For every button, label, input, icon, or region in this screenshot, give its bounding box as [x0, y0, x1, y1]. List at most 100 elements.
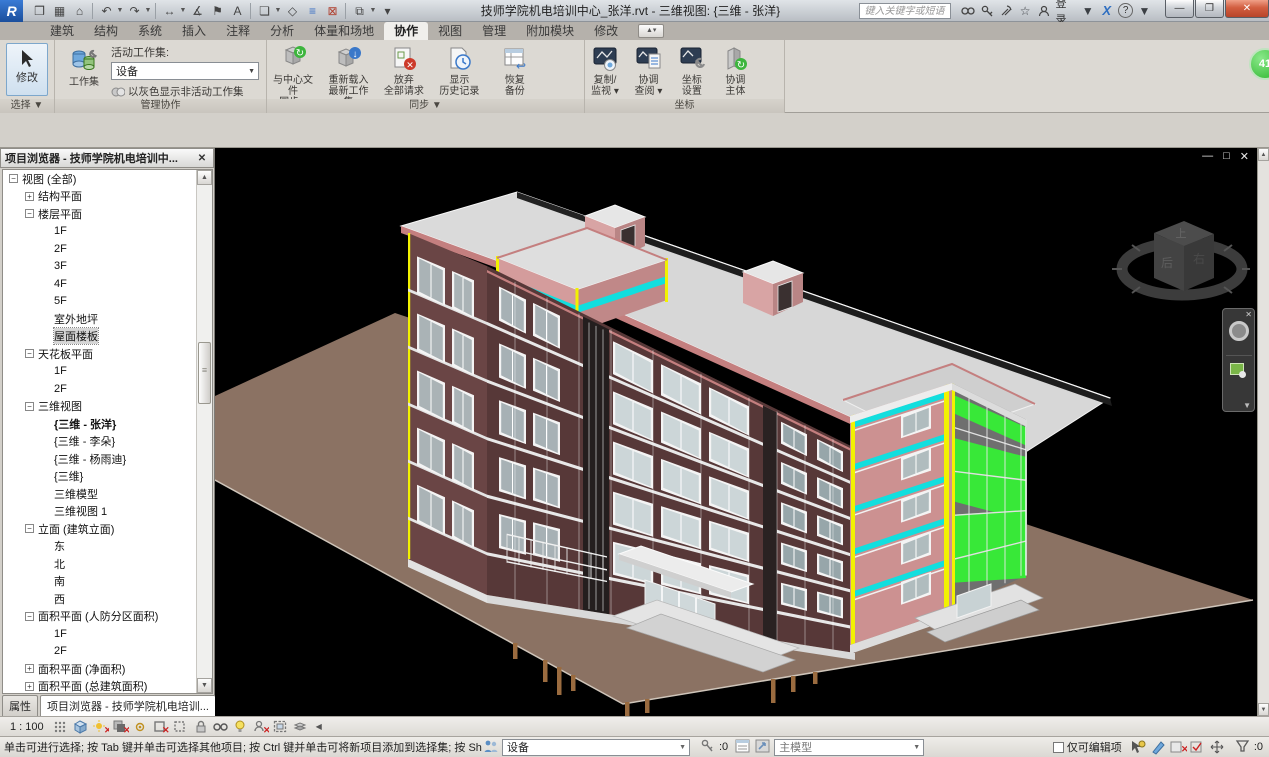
tree-item-室外地坪[interactable]: 室外地坪	[3, 310, 197, 328]
sun-settings-icon[interactable]	[132, 719, 150, 735]
close-icon[interactable]: ✕	[1245, 310, 1252, 319]
tree-item-label[interactable]: {三维 - 张洋}	[54, 416, 116, 432]
tree-item-label[interactable]: {三维 - 杨雨迪}	[54, 451, 126, 467]
tag-by-category-icon[interactable]: ⚑	[207, 2, 227, 20]
window-restore-button[interactable]: ❐	[1195, 0, 1224, 18]
show-crop-icon[interactable]	[172, 719, 190, 735]
navigation-bar[interactable]: ✕ ▼	[1222, 308, 1255, 412]
tree-item-西[interactable]: 西	[3, 590, 197, 608]
select-move-icon[interactable]	[1209, 739, 1227, 755]
tree-item-{三维 - 杨雨迪}[interactable]: {三维 - 杨雨迪}	[3, 450, 197, 468]
editable-toggle-icon[interactable]	[1189, 739, 1207, 755]
tree-item-label[interactable]: 南	[54, 573, 65, 589]
save-icon[interactable]: ▦	[49, 2, 69, 20]
tree-item-面积平面 (净面积)[interactable]: +面积平面 (净面积)	[3, 660, 197, 678]
ribbon-tab-插入[interactable]: 插入	[172, 22, 216, 40]
collapse-icon[interactable]: −	[25, 524, 34, 533]
drawing-area[interactable]: 上 后 右 ✕ ▼ — □ ✕	[215, 148, 1257, 716]
collapse-icon[interactable]: −	[25, 349, 34, 358]
panel-tab-properties[interactable]: 属性	[2, 695, 38, 716]
customize-quick-access-icon[interactable]: ▾	[377, 2, 397, 20]
switch-windows-dropdown[interactable]: ▼	[369, 7, 377, 14]
与中心文件同步-button[interactable]: ↻ 与中心文件同步 ▾	[268, 42, 318, 98]
default-3d-view-icon[interactable]: ❏	[254, 2, 274, 20]
design-option-dropdown[interactable]: 主模型 ▼	[774, 739, 924, 756]
tree-item-三维视图 1[interactable]: 三维视图 1	[3, 503, 197, 521]
tree-item-label[interactable]: 三维视图	[38, 398, 82, 414]
displacement-sets-icon[interactable]	[292, 719, 310, 735]
redo-dropdown[interactable]: ▼	[144, 7, 152, 14]
tree-item-label[interactable]: 结构平面	[38, 188, 82, 204]
tree-item-label[interactable]: 北	[54, 556, 65, 572]
close-hidden-windows-icon[interactable]: ⊠	[322, 2, 342, 20]
tree-item-label[interactable]: 2F	[54, 383, 67, 395]
close-icon[interactable]: ✕	[195, 153, 209, 164]
search-icon[interactable]	[959, 2, 978, 20]
tree-item-面积平面 (人防分区面积)[interactable]: −面积平面 (人防分区面积)	[3, 608, 197, 626]
恢复备份-button[interactable]: ↩ 恢复备份	[490, 42, 540, 98]
显示历史记录-button[interactable]: 显示历史记录	[434, 42, 484, 98]
collapse-left-icon[interactable]: ◀	[316, 722, 322, 731]
panel-tab-project-browser[interactable]: 项目浏览器 - 技师学院机电培训...	[40, 695, 216, 716]
tree-item-label[interactable]: 室外地坪	[54, 311, 98, 327]
locked-3d-icon[interactable]	[192, 719, 210, 735]
project-browser-titlebar[interactable]: 项目浏览器 - 技师学院机电培训中... ✕	[0, 148, 214, 168]
modify-button[interactable]: 修改	[6, 43, 48, 96]
reveal-hidden-icon[interactable]	[232, 719, 250, 735]
tree-item-label[interactable]: 面积平面 (总建筑面积)	[38, 678, 147, 694]
filter-icon[interactable]	[1235, 739, 1253, 755]
tree-item-面积平面 (总建筑面积)[interactable]: +面积平面 (总建筑面积)	[3, 678, 197, 695]
tree-item-4F[interactable]: 4F	[3, 275, 197, 293]
坐标设置-button[interactable]: 坐标设置	[673, 42, 711, 98]
tree-item-1F[interactable]: 1F	[3, 363, 197, 381]
help-dropdown[interactable]: ▼	[1135, 2, 1154, 20]
ribbon-tab-建筑[interactable]: 建筑	[40, 22, 84, 40]
view-minimize-button[interactable]: —	[1202, 150, 1213, 163]
tree-item-label[interactable]: 三维模型	[54, 486, 98, 502]
editable-only-checkbox[interactable]: 仅可编辑项	[1053, 739, 1122, 755]
project-browser-scrollbar[interactable]: ▲ ▼	[196, 170, 212, 693]
collapse-icon[interactable]: −	[25, 612, 34, 621]
scroll-down-icon[interactable]: ▼	[1258, 703, 1269, 716]
tree-item-{三维}[interactable]: {三维}	[3, 468, 197, 486]
favorites-icon[interactable]: ☆	[1016, 2, 1035, 20]
tree-item-label[interactable]: 视图 (全部)	[22, 171, 76, 187]
tree-item-label[interactable]: 天花板平面	[38, 346, 93, 362]
help-search-input[interactable]: 键入关键字或短语	[859, 3, 951, 19]
undo-icon[interactable]: ↶	[96, 2, 116, 20]
synchronize-panel-label[interactable]: 同步 ▼	[267, 99, 584, 113]
worksharing-display-icon[interactable]: ✕	[252, 719, 270, 735]
tree-item-label[interactable]: 1F	[54, 628, 67, 640]
exchange-apps-icon[interactable]: X	[1097, 2, 1116, 20]
tree-item-东[interactable]: 东	[3, 538, 197, 556]
tree-item-南[interactable]: 南	[3, 573, 197, 591]
select-panel-label[interactable]: 选择 ▼	[0, 99, 54, 113]
sign-in-icon[interactable]	[1035, 2, 1054, 20]
tree-item-label[interactable]: {三维}	[54, 468, 83, 484]
collapse-icon[interactable]: −	[9, 174, 18, 183]
collapse-icon[interactable]: −	[25, 402, 34, 411]
ribbon-tab-体量和场地[interactable]: 体量和场地	[304, 22, 384, 40]
chevron-down-icon[interactable]: ▼	[1243, 401, 1251, 410]
sun-path-icon[interactable]: ✕	[92, 719, 110, 735]
view-close-button[interactable]: ✕	[1240, 150, 1249, 163]
ribbon-tab-修改[interactable]: 修改	[584, 22, 628, 40]
design-options-icon[interactable]	[755, 739, 773, 755]
checkbox-icon[interactable]	[1053, 742, 1064, 753]
tree-item-label[interactable]: 三维视图 1	[54, 503, 107, 519]
drawing-area-scrollbar[interactable]: ▲ ▼	[1257, 148, 1269, 716]
scroll-down-icon[interactable]: ▼	[197, 678, 212, 693]
scrollbar-thumb[interactable]	[198, 342, 211, 404]
ribbon-tab-附加模块[interactable]: 附加模块	[516, 22, 584, 40]
tree-item-屋面楼板[interactable]: 屋面楼板	[3, 328, 197, 346]
tree-item-label[interactable]: 1F	[54, 365, 67, 377]
status-workset-dropdown[interactable]: 设备 ▼	[502, 739, 690, 756]
tree-item-label[interactable]: 2F	[54, 243, 67, 255]
subscription-key-icon[interactable]	[978, 2, 997, 20]
tree-item-label[interactable]: 东	[54, 538, 65, 554]
tree-item-三维模型[interactable]: 三维模型	[3, 485, 197, 503]
measure-icon[interactable]: ↔	[159, 2, 179, 20]
window-minimize-button[interactable]: —	[1165, 0, 1194, 18]
ribbon-tab-分析[interactable]: 分析	[260, 22, 304, 40]
tree-item-label[interactable]: 4F	[54, 278, 67, 290]
